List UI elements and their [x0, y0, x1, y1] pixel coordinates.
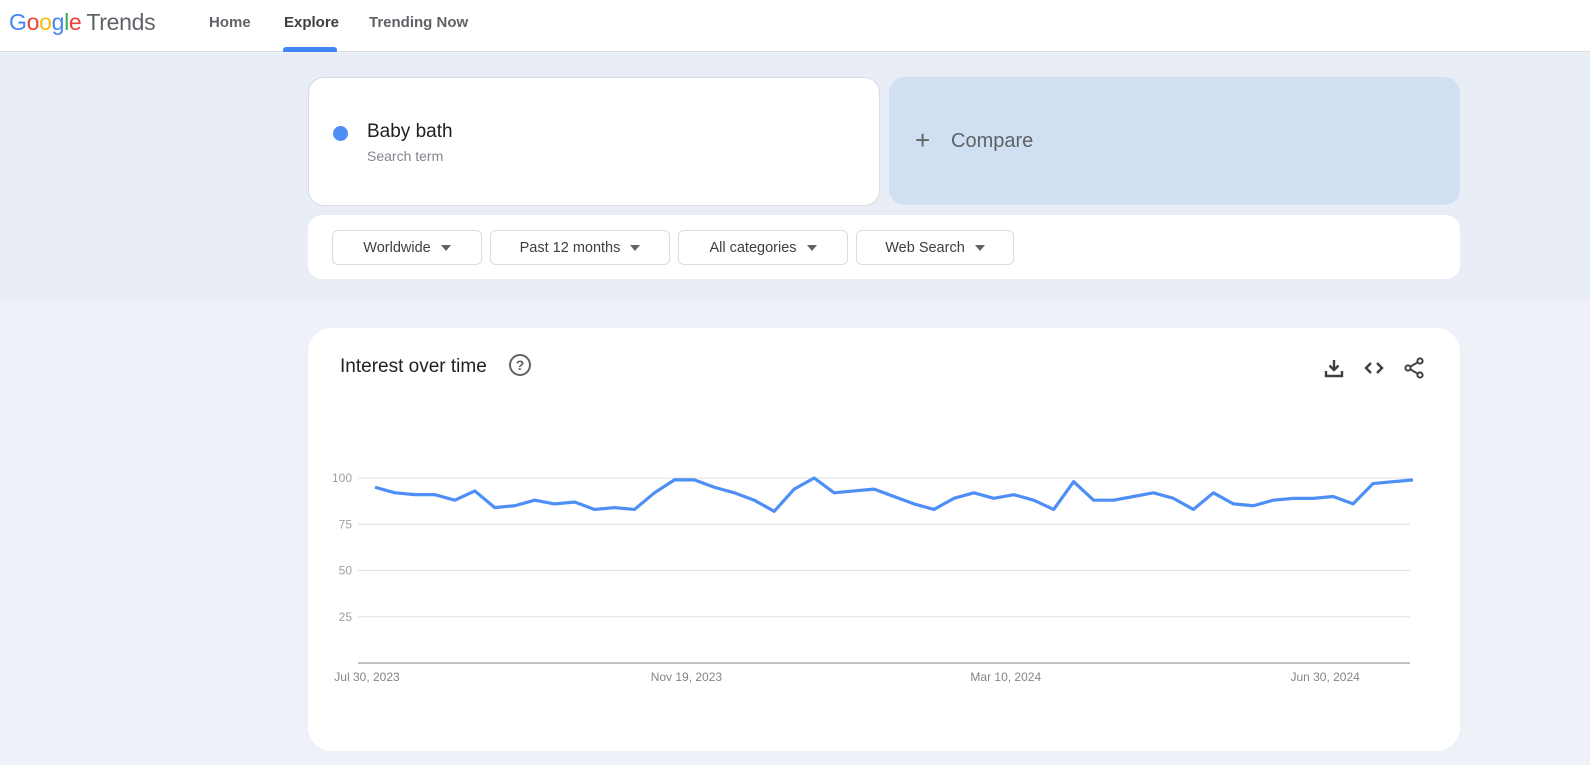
data-point[interactable] — [1207, 487, 1219, 499]
data-point[interactable] — [1367, 478, 1379, 490]
data-point[interactable] — [908, 498, 920, 510]
data-point[interactable] — [1347, 498, 1359, 510]
filter-search-type[interactable]: Web Search — [856, 230, 1014, 265]
logo-letter: G — [9, 9, 27, 35]
filter-time-range[interactable]: Past 12 months — [490, 230, 670, 265]
active-tab-indicator — [283, 47, 337, 52]
data-point[interactable] — [1128, 491, 1140, 503]
data-point[interactable] — [629, 503, 641, 515]
data-point[interactable] — [509, 500, 521, 512]
x-tick-label: Jul 30, 2023 — [334, 670, 400, 684]
nav-trending-now[interactable]: Trending Now — [369, 14, 468, 31]
data-point[interactable] — [708, 481, 720, 493]
google-trends-logo[interactable]: Go o g l e Trends — [9, 9, 156, 36]
data-point[interactable] — [1387, 476, 1399, 488]
nav-home[interactable]: Home — [209, 14, 251, 31]
data-point[interactable] — [1327, 491, 1339, 503]
data-point[interactable] — [449, 494, 461, 506]
data-point[interactable] — [429, 489, 441, 501]
data-point[interactable] — [948, 492, 960, 504]
data-point[interactable] — [768, 505, 780, 517]
dropdown-arrow-icon — [974, 244, 985, 251]
logo-product-name: Trends — [86, 9, 156, 35]
data-point[interactable] — [848, 485, 860, 497]
data-point[interactable] — [609, 502, 621, 514]
logo-letter: e — [68, 9, 82, 35]
data-point[interactable] — [928, 503, 940, 515]
y-tick-label: 100 — [332, 471, 352, 485]
data-point[interactable] — [1267, 494, 1279, 506]
y-tick-label: 75 — [339, 517, 353, 531]
x-tick-label: Mar 10, 2024 — [970, 670, 1041, 684]
filter-category[interactable]: All categories — [678, 230, 848, 265]
data-point[interactable] — [728, 487, 740, 499]
data-point[interactable] — [1187, 503, 1199, 515]
data-point[interactable] — [788, 483, 800, 495]
nav-explore[interactable]: Explore — [284, 14, 339, 31]
data-point[interactable] — [748, 494, 760, 506]
logo-letter: g — [51, 9, 65, 35]
data-point[interactable] — [589, 503, 601, 515]
filter-category-label: All categories — [709, 239, 797, 256]
dropdown-arrow-icon — [440, 244, 451, 251]
data-point[interactable] — [888, 491, 900, 503]
data-point[interactable] — [469, 485, 481, 497]
y-tick-label: 25 — [339, 610, 353, 624]
data-point[interactable] — [409, 489, 421, 501]
data-point[interactable] — [389, 487, 401, 499]
compare-label: Compare — [951, 130, 1034, 152]
logo-letter: o — [26, 9, 40, 35]
data-point[interactable] — [1167, 492, 1179, 504]
data-point[interactable] — [1247, 500, 1259, 512]
data-point[interactable] — [1088, 494, 1100, 506]
filter-location[interactable]: Worldwide — [332, 230, 482, 265]
search-term-name[interactable]: Baby bath — [367, 121, 453, 143]
plus-icon: + — [915, 125, 931, 155]
filter-search-type-label: Web Search — [885, 239, 965, 256]
filter-bar: Worldwide Past 12 months All categories … — [308, 215, 1460, 279]
data-point[interactable] — [808, 472, 820, 484]
data-point[interactable] — [968, 487, 980, 499]
data-point[interactable] — [668, 474, 680, 486]
data-point[interactable] — [1048, 503, 1060, 515]
filter-location-label: Worldwide — [363, 239, 431, 256]
data-point[interactable] — [369, 481, 381, 493]
data-point[interactable] — [1008, 489, 1020, 501]
data-point[interactable] — [828, 487, 840, 499]
data-point[interactable] — [1407, 474, 1419, 486]
search-term-type: Search term — [367, 148, 444, 164]
dropdown-arrow-icon — [806, 244, 817, 251]
compare-button[interactable]: + Compare — [889, 77, 1460, 205]
data-point[interactable] — [988, 492, 1000, 504]
data-point[interactable] — [1068, 476, 1080, 488]
data-point[interactable] — [1307, 492, 1319, 504]
data-point[interactable] — [489, 502, 501, 514]
logo-letter: o — [39, 9, 52, 35]
search-term-card[interactable]: Baby bath Search term — [308, 77, 880, 206]
data-point[interactable] — [688, 474, 700, 486]
top-app-bar: Go o g l e Trends Home Explore Trending Now — [0, 0, 1590, 52]
data-point[interactable] — [1227, 498, 1239, 510]
data-point[interactable] — [648, 487, 660, 499]
x-tick-label: Jun 30, 2024 — [1290, 670, 1360, 684]
data-point[interactable] — [1148, 487, 1160, 499]
data-point[interactable] — [1028, 494, 1040, 506]
term-color-dot — [333, 126, 348, 141]
interest-line-chart[interactable]: 25 50 75 100 Jul 30, 2023 Nov 19, 2023 Mar 10… — [308, 328, 1460, 751]
data-point[interactable] — [1108, 494, 1120, 506]
filter-time-range-label: Past 12 months — [519, 239, 621, 256]
data-point[interactable] — [1287, 492, 1299, 504]
y-tick-label: 50 — [339, 564, 353, 578]
x-tick-label: Nov 19, 2023 — [651, 670, 723, 684]
data-point[interactable] — [569, 496, 581, 508]
data-point[interactable] — [549, 498, 561, 510]
data-point[interactable] — [529, 494, 541, 506]
interest-over-time-card: Interest over time ? 25 50 75 100 Jul 30, 2… — [308, 328, 1460, 751]
data-point[interactable] — [868, 483, 880, 495]
dropdown-arrow-icon — [630, 244, 641, 251]
